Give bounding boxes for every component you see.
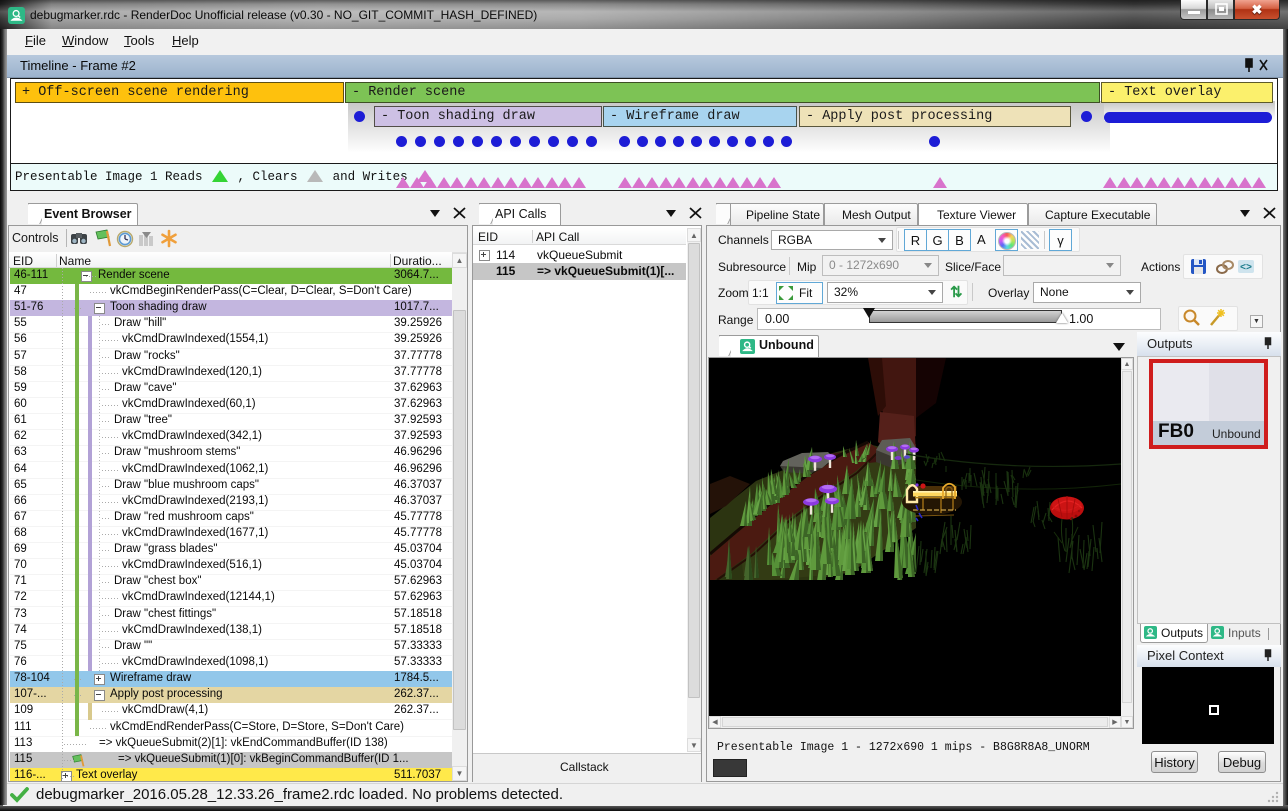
svg-text:<>: <>: [1240, 263, 1252, 274]
